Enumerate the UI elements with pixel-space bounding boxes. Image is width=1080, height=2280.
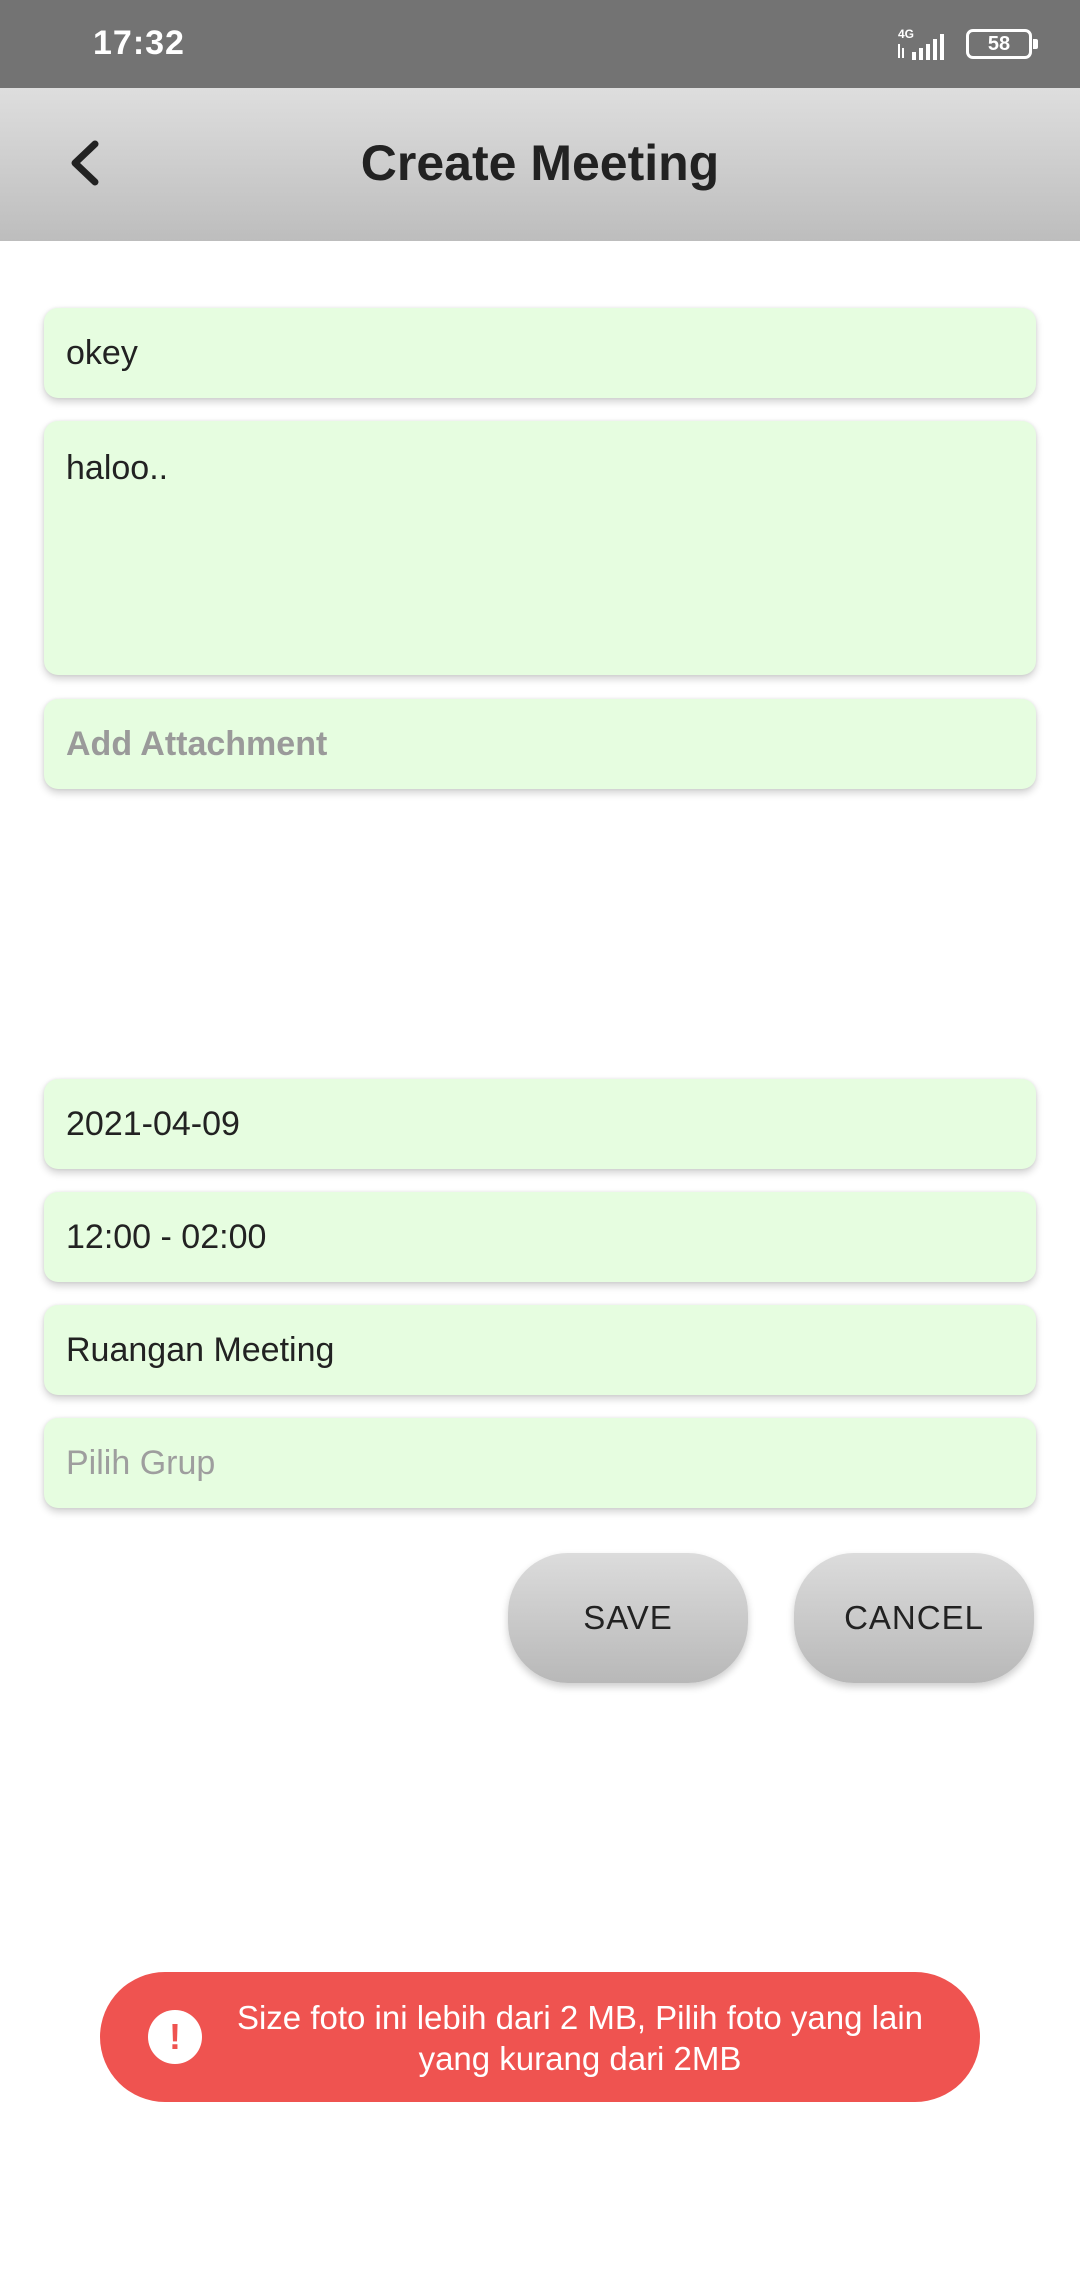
network-type: 4G <box>898 27 914 41</box>
group-select-field[interactable]: Pilih Grup <box>44 1418 1036 1508</box>
signal-bars-icon: 4G <box>898 27 944 60</box>
exclamation-icon: ! <box>148 2010 202 2064</box>
status-icons: 4G 58 <box>892 24 1038 64</box>
meeting-title-value: okey <box>66 333 138 372</box>
meeting-description-value: haloo.. <box>66 449 169 487</box>
meeting-title-field[interactable]: okey <box>44 308 1036 398</box>
meeting-time-field[interactable]: 12:00 - 02:00 <box>44 1192 1036 1282</box>
error-toast: ! Size foto ini lebih dari 2 MB, Pilih f… <box>100 1972 980 2102</box>
page-title: Create Meeting <box>360 135 720 191</box>
meeting-date-value: 2021-04-09 <box>66 1104 240 1143</box>
app-bar: Create Meeting <box>0 88 1080 241</box>
status-time: 17:32 <box>93 24 185 62</box>
status-bar: 17:32 4G 58 <box>0 0 1080 88</box>
save-button[interactable]: SAVE <box>508 1553 748 1683</box>
meeting-room-field[interactable]: Ruangan Meeting <box>44 1305 1036 1395</box>
group-select-placeholder: Pilih Grup <box>66 1443 216 1482</box>
battery-icon: 58 <box>966 29 1038 59</box>
meeting-room-value: Ruangan Meeting <box>66 1330 335 1369</box>
add-attachment-placeholder: Add Attachment <box>66 724 328 763</box>
battery-level: 58 <box>987 32 1011 55</box>
add-attachment-field[interactable]: Add Attachment <box>44 699 1036 789</box>
toast-message: Size foto ini lebih dari 2 MB, Pilih fot… <box>236 1999 924 2077</box>
meeting-time-value: 12:00 - 02:00 <box>66 1217 267 1256</box>
meeting-date-field[interactable]: 2021-04-09 <box>44 1079 1036 1169</box>
cancel-button[interactable]: CANCEL <box>794 1553 1034 1683</box>
meeting-description-field[interactable]: haloo.. <box>44 421 1036 675</box>
